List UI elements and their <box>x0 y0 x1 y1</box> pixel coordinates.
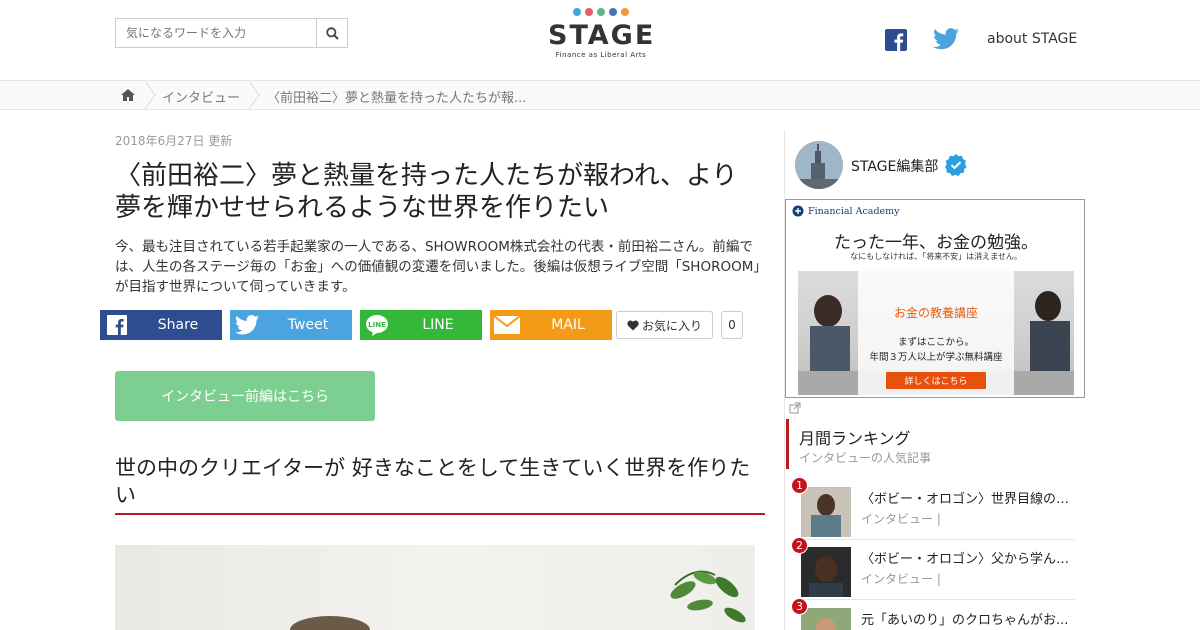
favorite-count: 0 <box>721 311 743 339</box>
home-icon[interactable] <box>120 88 136 102</box>
rank-badge: 2 <box>791 537 808 554</box>
share-mail-button[interactable]: MAIL <box>490 310 612 340</box>
ranking-item[interactable]: 1 〈ボビー・オロゴン〉世界目線のお金... インタビュー | <box>791 477 1075 540</box>
ad-copy-line-1: まずはここから。 <box>897 337 974 348</box>
facebook-icon <box>885 29 907 51</box>
facebook-link[interactable] <box>885 29 907 51</box>
article-date: 2018年6月27日 更新 <box>115 134 233 148</box>
logo-dots <box>548 8 654 17</box>
previous-part-button[interactable]: インタビュー前編はこちら <box>115 371 375 421</box>
breadcrumb: インタビュー 〈前田裕二〉夢と熱量を持った人たちが報... <box>0 80 1200 110</box>
author-avatar[interactable] <box>795 141 843 189</box>
share-twitter-button[interactable]: Tweet <box>230 310 352 340</box>
ranking-category: インタビュー | <box>861 572 941 586</box>
logo-dot <box>621 8 629 16</box>
verified-badge-icon <box>945 154 967 176</box>
site-logo[interactable]: STAGE Finance as Liberal Arts <box>548 8 654 60</box>
article-lead: 今、最も注目されている若手起業家の一人である、SHOWROOM株式会社の代表・前… <box>115 239 761 295</box>
share-line-button[interactable]: LINE LINE <box>360 310 482 340</box>
ranking-thumbnail <box>801 487 851 537</box>
mail-icon <box>490 310 524 340</box>
ad-headline: たった一年、お金の勉強。 <box>834 233 1038 253</box>
search-button[interactable] <box>316 18 348 48</box>
heart-icon <box>627 320 639 330</box>
twitter-icon <box>933 28 959 50</box>
twitter-icon <box>230 310 264 340</box>
ranking-headline: 元「あいのり」のクロちゃんがお... <box>861 613 1069 628</box>
facebook-icon <box>100 310 134 340</box>
ad-copy-line-2: 年間３万人以上が学ぶ無料講座 <box>869 352 1003 363</box>
favorite-button[interactable]: お気に入り <box>616 311 713 339</box>
search-input[interactable] <box>115 18 316 48</box>
ranking-thumbnail <box>801 608 851 630</box>
ad-cta-button[interactable]: 詳しくはこちら <box>886 372 986 389</box>
chevron-right-icon <box>144 81 156 109</box>
rank-badge: 1 <box>791 477 808 494</box>
ranking-item[interactable]: 2 〈ボビー・オロゴン〉父から学んだ... インタビュー | <box>791 537 1075 600</box>
share-line-label: LINE <box>422 317 454 333</box>
ranking-headline: 〈ボビー・オロゴン〉世界目線のお金... <box>861 492 1071 507</box>
logo-tagline: Finance as Liberal Arts <box>555 51 647 59</box>
favorite-label: お気に入り <box>641 318 702 333</box>
search-form <box>115 18 348 48</box>
photo-scene <box>290 570 746 630</box>
search-icon <box>325 26 339 40</box>
logo-dot <box>573 8 581 16</box>
ad-brand-text: Financial Academy <box>808 205 900 217</box>
ranking-subtitle: インタビューの人気記事 <box>799 451 932 465</box>
breadcrumb-item-interview[interactable]: インタビュー <box>162 87 240 106</box>
external-link-icon[interactable] <box>789 402 801 414</box>
section-heading: 世の中のクリエイターが 好きなことをして生きていく世界を作りたい <box>115 455 765 515</box>
article-photo <box>115 545 755 630</box>
ranking-thumbnail <box>801 547 851 597</box>
author-name[interactable]: STAGE編集部 <box>851 156 938 176</box>
ad-subheadline: なにもしなければ、「将来不安」は消えません。 <box>850 252 1022 261</box>
ranking-header: 月間ランキング インタビューの人気記事 <box>786 419 1076 469</box>
rank-badge: 3 <box>791 598 808 615</box>
share-facebook-label: Share <box>157 317 199 333</box>
share-mail-label: MAIL <box>551 317 585 333</box>
logo-dot <box>609 8 617 16</box>
chevron-right-icon <box>248 81 260 109</box>
line-icon: LINE <box>360 310 394 340</box>
ranking-headline: 〈ボビー・オロゴン〉父から学んだ... <box>861 552 1071 567</box>
logo-dot <box>585 8 593 16</box>
financial-academy-logo-icon <box>792 205 804 217</box>
twitter-link[interactable] <box>933 28 959 52</box>
about-link[interactable]: about STAGE <box>987 31 1077 47</box>
share-twitter-label: Tweet <box>287 317 329 333</box>
svg-text:LINE: LINE <box>368 321 386 329</box>
logo-word: STAGE <box>548 20 656 51</box>
ad-course-title: お金の教養講座 <box>893 306 978 320</box>
ranking-category: インタビュー | <box>861 512 941 526</box>
share-facebook-button[interactable]: Share <box>100 310 222 340</box>
sidebar-ad[interactable]: Financial Academy たった一年、お金の勉強。 なにもしなければ、… <box>785 199 1085 398</box>
site-header: STAGE Finance as Liberal Arts about STAG… <box>0 0 1200 80</box>
ad-photo: お金の教養講座 まずはここから。 年間３万人以上が学ぶ無料講座 詳しくはこちら <box>798 271 1074 395</box>
ranking-title: 月間ランキング <box>799 429 911 448</box>
ad-brand: Financial Academy <box>792 205 900 217</box>
ranking-item[interactable]: 3 元「あいのり」のクロちゃんがお... <box>791 598 1075 630</box>
article-title: 〈前田裕二〉夢と熱量を持った人たちが報われ、より夢を輝かせせられるような世界を作… <box>115 161 738 223</box>
breadcrumb-item-current: 〈前田裕二〉夢と熱量を持った人たちが報... <box>267 91 527 106</box>
logo-dot <box>597 8 605 16</box>
